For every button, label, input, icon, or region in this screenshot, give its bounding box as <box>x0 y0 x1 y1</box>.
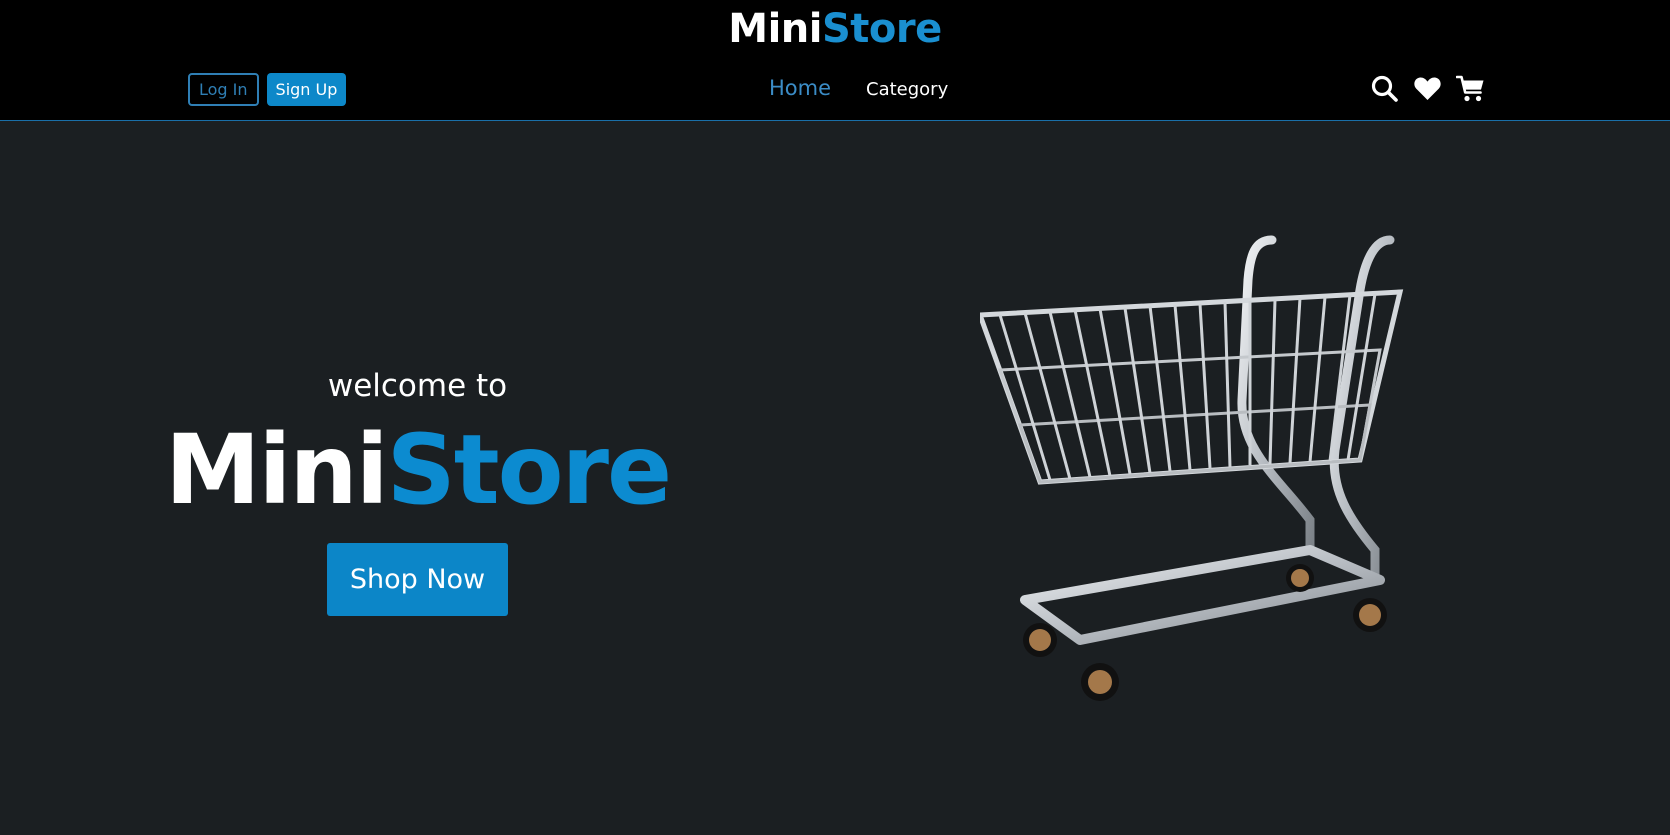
navbar-brand-logo[interactable]: MiniStore <box>0 6 1670 52</box>
signup-button[interactable]: Sign Up <box>266 73 347 106</box>
hero-brand-store: Store <box>386 414 672 526</box>
shop-now-button[interactable]: Shop Now <box>327 543 508 616</box>
shopping-cart-image <box>976 220 1500 740</box>
nav-link-home[interactable]: Home <box>769 76 831 100</box>
main-nav: Home Category <box>769 76 948 100</box>
cart-icon[interactable] <box>1455 74 1485 103</box>
brand-part-store: Store <box>821 6 942 52</box>
login-button[interactable]: Log In <box>188 73 259 106</box>
heart-icon[interactable] <box>1413 74 1442 103</box>
hero-welcome-text: welcome to <box>327 368 508 404</box>
nav-link-category[interactable]: Category <box>866 79 948 100</box>
brand-part-mini: Mini <box>728 6 822 52</box>
search-icon[interactable] <box>1370 74 1399 103</box>
hero-brand-mini: Mini <box>164 414 389 526</box>
auth-buttons: Log In Sign Up <box>188 73 347 106</box>
top-navbar: MiniStore Log In Sign Up Home Category <box>0 0 1670 121</box>
header-icons <box>1370 74 1485 103</box>
hero-brand-title: MiniStore <box>0 417 835 524</box>
